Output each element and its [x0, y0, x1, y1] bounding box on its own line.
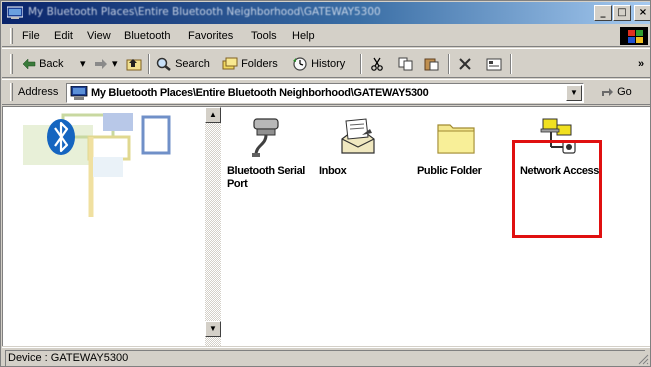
menu-bar: File Edit View Bluetooth Favorites Tools…: [2, 25, 650, 47]
paste-button[interactable]: [424, 55, 440, 73]
standard-toolbar: Back ▾ ▾ Search Folders History »: [2, 48, 650, 78]
forward-dropdown[interactable]: ▾: [112, 55, 118, 73]
inbox-icon: [341, 118, 375, 154]
window-icon: [6, 6, 24, 20]
address-value: My Bluetooth Places\Entire Bluetooth Nei…: [91, 87, 429, 99]
explorer-window: My Bluetooth Places\Entire Bluetooth Nei…: [0, 0, 651, 367]
toolbar-grip[interactable]: [10, 54, 13, 74]
delete-button[interactable]: [458, 55, 472, 73]
resize-grip-icon[interactable]: [637, 353, 649, 365]
bluetooth-banner: [23, 113, 171, 217]
menu-bluetooth[interactable]: Bluetooth: [124, 30, 170, 42]
item-bluetooth-serial-port[interactable]: Bluetooth Serial Port: [221, 115, 311, 191]
bluetooth-logo-icon: [47, 119, 75, 155]
minimize-button[interactable]: _: [594, 5, 612, 21]
go-button[interactable]: Go: [600, 86, 632, 98]
go-label: Go: [617, 86, 632, 98]
cut-icon: [371, 57, 383, 71]
search-label: Search: [175, 58, 210, 70]
toolbar-overflow[interactable]: »: [638, 55, 644, 73]
folders-label: Folders: [241, 58, 278, 70]
menu-tools[interactable]: Tools: [251, 30, 277, 42]
maximize-button[interactable]: □: [613, 5, 631, 21]
go-arrow-icon: [602, 88, 613, 97]
search-icon: [156, 57, 171, 72]
folder-icon: [437, 124, 475, 154]
address-dropdown-button[interactable]: ▼: [566, 85, 582, 101]
item-public-folder[interactable]: Public Folder: [411, 115, 501, 178]
delete-icon: [459, 58, 471, 70]
addressbar-grip[interactable]: [10, 83, 13, 101]
copy-button[interactable]: [398, 55, 414, 73]
properties-icon: [486, 58, 502, 71]
status-bar: Device : GATEWAY5300: [2, 347, 650, 366]
menubar-grip[interactable]: [10, 28, 13, 44]
menu-view[interactable]: View: [87, 30, 111, 42]
scroll-down-button[interactable]: ▼: [205, 321, 221, 337]
toolbar-separator: [148, 54, 150, 74]
toolbar-separator: [360, 54, 362, 74]
toolbar-separator: [510, 54, 512, 74]
cut-button[interactable]: [370, 55, 384, 73]
history-label: History: [311, 58, 346, 70]
folders-icon: [222, 57, 238, 70]
copy-icon: [398, 57, 413, 71]
back-dropdown[interactable]: ▾: [80, 55, 86, 73]
search-button[interactable]: Search: [156, 55, 210, 73]
address-label: Address: [18, 86, 59, 98]
forward-arrow-icon: [95, 59, 107, 70]
address-bar: Address My Bluetooth Places\Entire Bluet…: [2, 79, 650, 105]
up-folder-button[interactable]: [126, 55, 142, 73]
computer-icon: [70, 85, 88, 103]
window-title: My Bluetooth Places\Entire Bluetooth Nei…: [28, 6, 381, 18]
vertical-scrollbar[interactable]: ▲ ▼: [205, 107, 221, 346]
serial-port-icon: [252, 118, 279, 157]
back-arrow-icon: [22, 58, 36, 70]
windows-logo-icon: [620, 27, 648, 45]
paste-icon: [424, 58, 439, 71]
title-bar[interactable]: My Bluetooth Places\Entire Bluetooth Nei…: [2, 2, 650, 24]
toolbar-separator: [448, 54, 450, 74]
item-label: Public Folder: [417, 165, 482, 177]
history-button[interactable]: History: [292, 55, 345, 73]
item-label: Bluetooth Serial Port: [227, 165, 305, 190]
back-button[interactable]: Back: [22, 55, 64, 73]
menu-favorites[interactable]: Favorites: [188, 30, 233, 42]
forward-button[interactable]: [94, 55, 108, 73]
history-icon: [293, 57, 307, 71]
status-text: Device : GATEWAY5300: [5, 350, 645, 366]
item-inbox[interactable]: Inbox: [313, 115, 403, 178]
close-button[interactable]: ×: [634, 5, 650, 21]
item-label: Inbox: [319, 165, 347, 177]
up-folder-icon: [126, 59, 142, 71]
highlight-box: [512, 140, 602, 238]
menu-edit[interactable]: Edit: [54, 30, 73, 42]
folder-view: ▲ ▼ Bluetooth Serial Port Inbox Public F…: [2, 106, 650, 346]
scroll-up-button[interactable]: ▲: [205, 107, 221, 123]
folders-button[interactable]: Folders: [222, 55, 278, 73]
properties-button[interactable]: [486, 55, 502, 73]
address-field[interactable]: My Bluetooth Places\Entire Bluetooth Nei…: [66, 83, 584, 103]
menu-file[interactable]: File: [22, 30, 40, 42]
back-label: Back: [39, 58, 64, 70]
menu-help[interactable]: Help: [292, 30, 315, 42]
web-view-panel: [3, 107, 205, 346]
